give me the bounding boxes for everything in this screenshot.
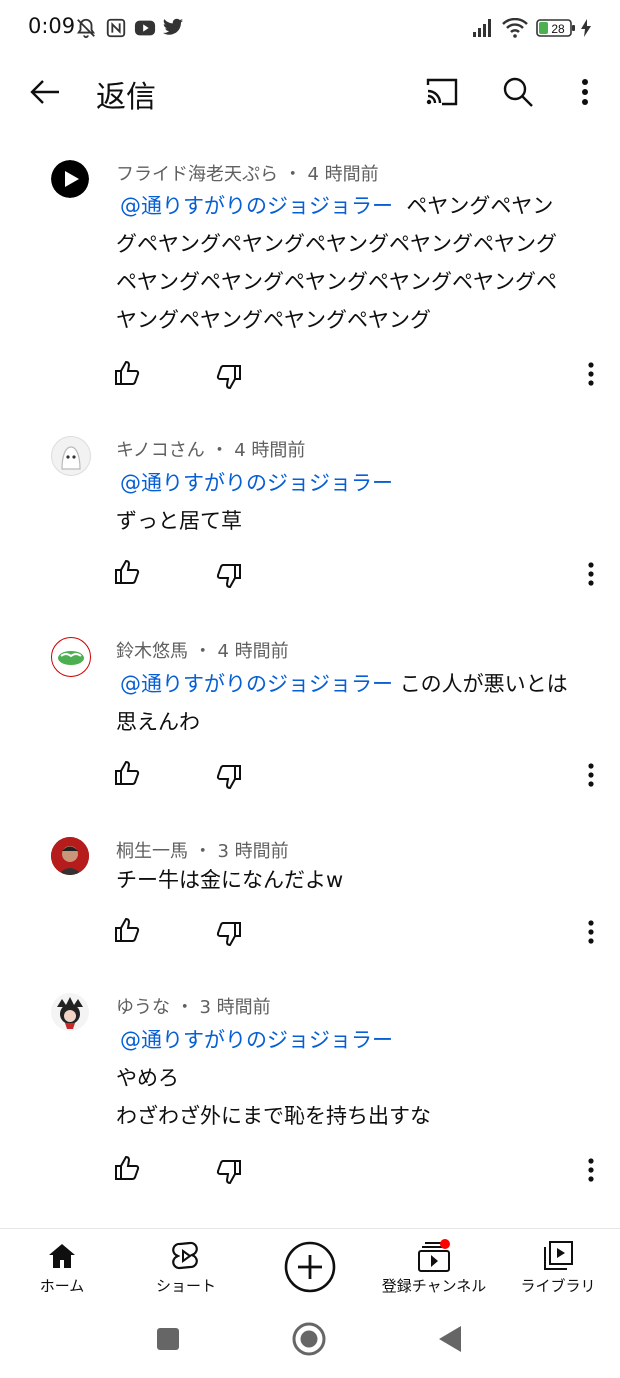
mention-link[interactable]: @通りすがりのジョジョラー	[120, 672, 393, 696]
home-circle-icon[interactable]	[292, 1322, 326, 1360]
mention-link[interactable]: @通りすがりのジョジョラー	[120, 194, 393, 218]
like-icon[interactable]	[114, 760, 140, 786]
like-icon[interactable]	[114, 1155, 140, 1181]
dislike-icon[interactable]	[216, 364, 242, 390]
comment-line: グペヤングペヤングペヤングペヤングペヤング	[116, 232, 557, 256]
comment-line: ペヤングペヤングペヤングペヤングペヤングペ	[116, 270, 557, 294]
like-icon[interactable]	[114, 917, 140, 943]
nav-label: ホーム	[39, 1277, 85, 1295]
nav-library[interactable]: ライブラリ	[512, 1229, 604, 1305]
comment-time: 4 時間前	[234, 440, 306, 461]
comment-line: ヤングペヤングペヤングペヤング	[116, 308, 431, 332]
nav-label: ショート	[155, 1277, 216, 1295]
charging-icon	[578, 16, 594, 40]
comment-author[interactable]: フライド海老天ぷら	[116, 164, 278, 185]
avatar[interactable]	[51, 637, 91, 677]
nav-label: ライブラリ	[520, 1277, 596, 1295]
comment-time: 4 時間前	[217, 641, 289, 662]
comment-item: 桐生一馬 ・ 3 時間前 チー牛は金になんだよw	[0, 829, 620, 969]
library-icon	[542, 1239, 574, 1273]
comment-author[interactable]: キノコさん	[116, 440, 205, 461]
battery-level: 28	[551, 22, 565, 36]
comment-time: 3 時間前	[217, 841, 289, 862]
mention-link[interactable]: @通りすがりのジョジョラー	[120, 471, 393, 495]
comment-text: @通りすがりのジョジョラー ペヤングペヤン グペヤングペヤングペヤングペヤングペ…	[116, 187, 596, 339]
bell-off-icon	[74, 16, 98, 40]
nav-create[interactable]	[280, 1229, 340, 1305]
comment-line: やめろ	[116, 1066, 179, 1090]
comment-line: わざわざ外にまで恥を持ち出すな	[116, 1104, 431, 1128]
comment-time: 4 時間前	[307, 164, 379, 185]
more-vert-icon[interactable]	[583, 1157, 599, 1183]
comment-meta: キノコさん ・ 4 時間前	[116, 440, 306, 461]
more-vert-icon[interactable]	[565, 72, 605, 112]
like-icon[interactable]	[114, 559, 140, 585]
dislike-icon[interactable]	[216, 563, 242, 589]
avatar[interactable]	[51, 837, 89, 875]
more-vert-icon[interactable]	[583, 561, 599, 587]
youtube-icon	[133, 16, 157, 40]
battery-icon: 28	[536, 16, 576, 40]
home-icon	[48, 1239, 76, 1273]
comment-author[interactable]: 鈴木悠馬	[116, 641, 188, 662]
comment-line: この人が悪いとは	[399, 672, 568, 696]
comment-author[interactable]: ゆうな	[116, 997, 170, 1018]
comment-text: @通りすがりのジョジョラー ずっと居て草	[116, 464, 596, 540]
status-time: 0:09	[28, 14, 76, 38]
comment-item: キノコさん ・ 4 時間前 @通りすがりのジョジョラー ずっと居て草	[0, 428, 620, 608]
comment-text: @通りすがりのジョジョラー やめろ わざわざ外にまで恥を持ち出すな	[116, 1021, 596, 1135]
comment-meta: 鈴木悠馬 ・ 4 時間前	[116, 641, 289, 662]
comment-text: @通りすがりのジョジョラー この人が悪いとは 思えんわ	[116, 665, 596, 741]
signal-icon	[470, 16, 496, 40]
avatar[interactable]	[51, 993, 89, 1031]
nav-home[interactable]: ホーム	[22, 1229, 102, 1305]
search-icon[interactable]	[498, 72, 538, 112]
page-title: 返信	[96, 80, 156, 115]
comment-text: チー牛は金になんだよw	[116, 861, 596, 899]
comment-item: ゆうな ・ 3 時間前 @通りすがりのジョジョラー やめろ わざわざ外にまで恥を…	[0, 985, 620, 1205]
twitter-icon	[161, 16, 185, 40]
comment-line: ペヤングペヤン	[406, 194, 554, 218]
nav-shorts[interactable]: ショート	[136, 1229, 236, 1305]
app-bar: 返信	[0, 58, 620, 124]
like-icon[interactable]	[114, 360, 140, 386]
comment-item: 鈴木悠馬 ・ 4 時間前 @通りすがりのジョジョラー この人が悪いとは 思えんわ	[0, 629, 620, 809]
bottom-nav: ホーム ショート 登録チャンネル ライブラリ	[0, 1228, 620, 1305]
comment-meta: ゆうな ・ 3 時間前	[116, 997, 271, 1018]
create-plus-icon	[284, 1241, 336, 1293]
nav-subscriptions[interactable]: 登録チャンネル	[370, 1229, 498, 1305]
more-vert-icon[interactable]	[583, 361, 599, 387]
mention-link[interactable]: @通りすがりのジョジョラー	[120, 1028, 393, 1052]
avatar[interactable]	[51, 436, 91, 476]
wifi-icon	[501, 16, 529, 40]
cast-icon[interactable]	[422, 72, 462, 112]
nav-label: 登録チャンネル	[381, 1277, 487, 1295]
comment-line: チー牛は金になんだよw	[116, 868, 344, 892]
comment-line: 思えんわ	[116, 710, 200, 734]
back-arrow-icon[interactable]	[25, 72, 65, 112]
back-triangle-icon[interactable]	[437, 1324, 463, 1358]
comment-author[interactable]: 桐生一馬	[116, 841, 188, 862]
comment-item: フライド海老天ぷら ・ 4 時間前 @通りすがりのジョジョラー ペヤングペヤン …	[0, 150, 620, 400]
subscriptions-icon	[417, 1239, 451, 1273]
dislike-icon[interactable]	[216, 764, 242, 790]
comment-meta: フライド海老天ぷら ・ 4 時間前	[116, 164, 379, 185]
comment-time: 3 時間前	[199, 997, 271, 1018]
dislike-icon[interactable]	[216, 1159, 242, 1185]
comment-line: ずっと居て草	[116, 509, 242, 533]
avatar[interactable]	[51, 160, 89, 198]
more-vert-icon[interactable]	[583, 919, 599, 945]
dislike-icon[interactable]	[216, 921, 242, 947]
nfc-icon	[104, 16, 128, 40]
recents-square-icon[interactable]	[155, 1326, 181, 1356]
status-bar: 0:09 28	[0, 0, 620, 58]
system-nav-bar	[0, 1304, 620, 1378]
more-vert-icon[interactable]	[583, 762, 599, 788]
shorts-icon	[172, 1239, 200, 1273]
comment-meta: 桐生一馬 ・ 3 時間前	[116, 841, 289, 862]
